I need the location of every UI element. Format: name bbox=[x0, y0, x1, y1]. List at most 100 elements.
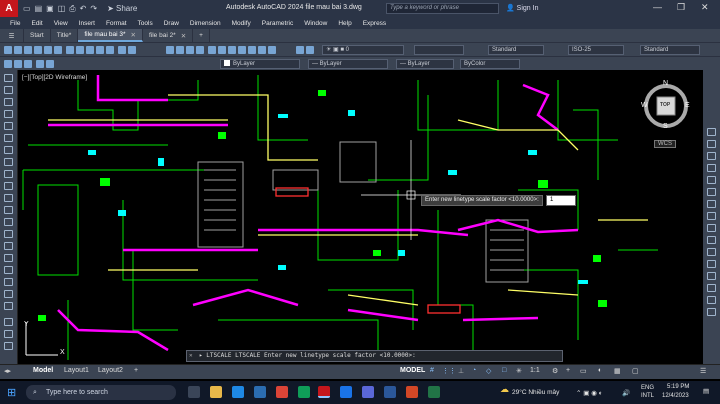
preview-icon[interactable] bbox=[44, 46, 52, 54]
mail-app-icon[interactable] bbox=[254, 386, 266, 398]
text-style-dropdown[interactable]: Standard bbox=[488, 45, 544, 55]
file-explorer-icon[interactable] bbox=[210, 386, 222, 398]
save-as-icon[interactable]: ◫ bbox=[58, 4, 66, 13]
polygon-tool-icon[interactable] bbox=[4, 110, 13, 118]
region-tool-icon[interactable] bbox=[4, 266, 13, 274]
dynamic-input-field[interactable]: 1 bbox=[546, 195, 576, 206]
layer-freeze-icon[interactable] bbox=[14, 60, 22, 68]
ellipse-tool-icon[interactable] bbox=[4, 182, 13, 190]
chamfer-tool-icon[interactable] bbox=[707, 284, 716, 292]
lineweight-dropdown[interactable]: — ByLayer bbox=[396, 59, 454, 69]
table-style-dropdown[interactable]: Standard bbox=[640, 45, 700, 55]
model-space-toggle[interactable]: MODEL bbox=[400, 367, 425, 374]
autocad-taskbar-icon[interactable] bbox=[318, 386, 330, 398]
polar-toggle-icon[interactable]: ◔ bbox=[472, 367, 476, 374]
menu-dimension[interactable]: Dimension bbox=[190, 20, 221, 27]
gradient-tool-icon[interactable] bbox=[4, 254, 13, 262]
isodraft-icon[interactable]: ◇ bbox=[486, 367, 491, 375]
revision-cloud-icon[interactable] bbox=[4, 158, 13, 166]
share-button[interactable]: ➤ Share bbox=[107, 4, 137, 13]
spline-tool-icon[interactable] bbox=[4, 170, 13, 178]
polyline-tool-icon[interactable] bbox=[4, 98, 13, 106]
menu-format[interactable]: Format bbox=[106, 20, 127, 27]
chrome-browser-icon[interactable] bbox=[276, 386, 288, 398]
teams-app-icon[interactable] bbox=[362, 386, 374, 398]
units-icon[interactable]: ▭ bbox=[580, 367, 587, 375]
annotation-visibility-icon[interactable]: ✳ bbox=[516, 367, 522, 375]
zoom-previous-icon[interactable] bbox=[196, 46, 204, 54]
menu-file[interactable]: File bbox=[10, 20, 20, 27]
move-tool-icon[interactable] bbox=[707, 188, 716, 196]
join-tool-icon[interactable] bbox=[707, 272, 716, 280]
task-view-icon[interactable] bbox=[188, 386, 200, 398]
tab-title[interactable]: Title* bbox=[51, 29, 79, 42]
zoom-window-icon[interactable] bbox=[186, 46, 194, 54]
menu-tools[interactable]: Tools bbox=[138, 20, 153, 27]
powerpoint-app-icon[interactable] bbox=[406, 386, 418, 398]
tray-icons[interactable]: ⌃ ▣ ◉ ◐ bbox=[576, 389, 603, 397]
customization-menu-icon[interactable]: ☰ bbox=[700, 367, 706, 375]
arc-tool-icon[interactable] bbox=[4, 134, 13, 142]
extend-tool-icon[interactable] bbox=[707, 248, 716, 256]
markup-icon[interactable] bbox=[248, 46, 256, 54]
properties-icon[interactable] bbox=[208, 46, 216, 54]
publish-icon[interactable] bbox=[54, 46, 62, 54]
insert-block-icon[interactable] bbox=[4, 206, 13, 214]
linetype-dropdown[interactable]: — ByLayer bbox=[308, 59, 388, 69]
layer-state-icon[interactable] bbox=[306, 46, 314, 54]
tab-layout2[interactable]: Layout2 bbox=[98, 367, 123, 374]
save-toolbar-icon[interactable] bbox=[24, 46, 32, 54]
sign-in-button[interactable]: 👤 Sign In bbox=[506, 4, 538, 12]
scale-tool-icon[interactable] bbox=[707, 212, 716, 220]
object-snap-icon[interactable]: □ bbox=[502, 367, 506, 374]
clock-date[interactable]: 12/4/2023 bbox=[662, 393, 689, 399]
tab-layout1[interactable]: Layout1 bbox=[64, 367, 89, 374]
new-tab-button[interactable]: + bbox=[193, 29, 210, 42]
stretch-tool-icon[interactable] bbox=[707, 224, 716, 232]
redo-icon[interactable]: ↷ bbox=[90, 4, 97, 13]
extra-tool-icon[interactable] bbox=[4, 330, 13, 338]
menu-view[interactable]: View bbox=[54, 20, 68, 27]
fillet-tool-icon[interactable] bbox=[707, 296, 716, 304]
autocad-app-icon[interactable]: A bbox=[0, 0, 18, 17]
open-folder-icon[interactable]: ▤ bbox=[35, 4, 43, 13]
grid-toggle-icon[interactable]: # bbox=[430, 367, 434, 374]
menu-draw[interactable]: Draw bbox=[164, 20, 179, 27]
layer-isolate-icon[interactable] bbox=[46, 60, 54, 68]
clock-time[interactable]: 5:19 PM bbox=[667, 384, 689, 390]
undo-toolbar-icon[interactable] bbox=[118, 46, 126, 54]
close-tab-icon[interactable]: ✕ bbox=[181, 32, 186, 40]
offset-tool-icon[interactable] bbox=[707, 164, 716, 172]
layer-tool-icon[interactable] bbox=[4, 60, 12, 68]
layer-lock-icon[interactable] bbox=[24, 60, 32, 68]
extra-tool-icon[interactable] bbox=[4, 342, 13, 350]
menu-help[interactable]: Help bbox=[338, 20, 351, 27]
ellipse-arc-icon[interactable] bbox=[4, 194, 13, 202]
drawing-canvas[interactable] bbox=[18, 70, 703, 364]
command-line[interactable]: ✕ ▸ LTSCALE LTSCALE Enter new linetype s… bbox=[186, 350, 563, 362]
copy-icon[interactable] bbox=[76, 46, 84, 54]
minimize-button[interactable]: — bbox=[653, 2, 662, 12]
circle-tool-icon[interactable] bbox=[4, 146, 13, 154]
tab-model[interactable]: Model bbox=[33, 367, 53, 374]
windows-start-icon[interactable]: ⊞ bbox=[7, 386, 16, 399]
erase-tool-icon[interactable] bbox=[707, 128, 716, 136]
layer-properties-icon[interactable] bbox=[296, 46, 304, 54]
layer-dropdown[interactable]: ☀ ▣ ■ 0 bbox=[322, 45, 404, 55]
sheet-set-icon[interactable] bbox=[238, 46, 246, 54]
redo-toolbar-icon[interactable] bbox=[128, 46, 136, 54]
menu-edit[interactable]: Edit bbox=[31, 20, 42, 27]
menu-window[interactable]: Window bbox=[304, 20, 327, 27]
tab-file-bai-2[interactable]: file bai 2* ✕ bbox=[143, 29, 194, 42]
excel-app-icon[interactable] bbox=[428, 386, 440, 398]
match-properties-icon[interactable] bbox=[96, 46, 104, 54]
viewcube[interactable]: TOP N S E W bbox=[640, 80, 692, 132]
viewcube-top-face[interactable]: TOP bbox=[660, 102, 670, 108]
table-tool-icon[interactable] bbox=[4, 278, 13, 286]
explode-tool-icon[interactable] bbox=[707, 308, 716, 316]
hatch-tool-icon[interactable] bbox=[4, 242, 13, 250]
menu-insert[interactable]: Insert bbox=[79, 20, 95, 27]
store-app-icon[interactable] bbox=[298, 386, 310, 398]
extra-tool-icon[interactable] bbox=[4, 318, 13, 326]
mirror-tool-icon[interactable] bbox=[707, 152, 716, 160]
